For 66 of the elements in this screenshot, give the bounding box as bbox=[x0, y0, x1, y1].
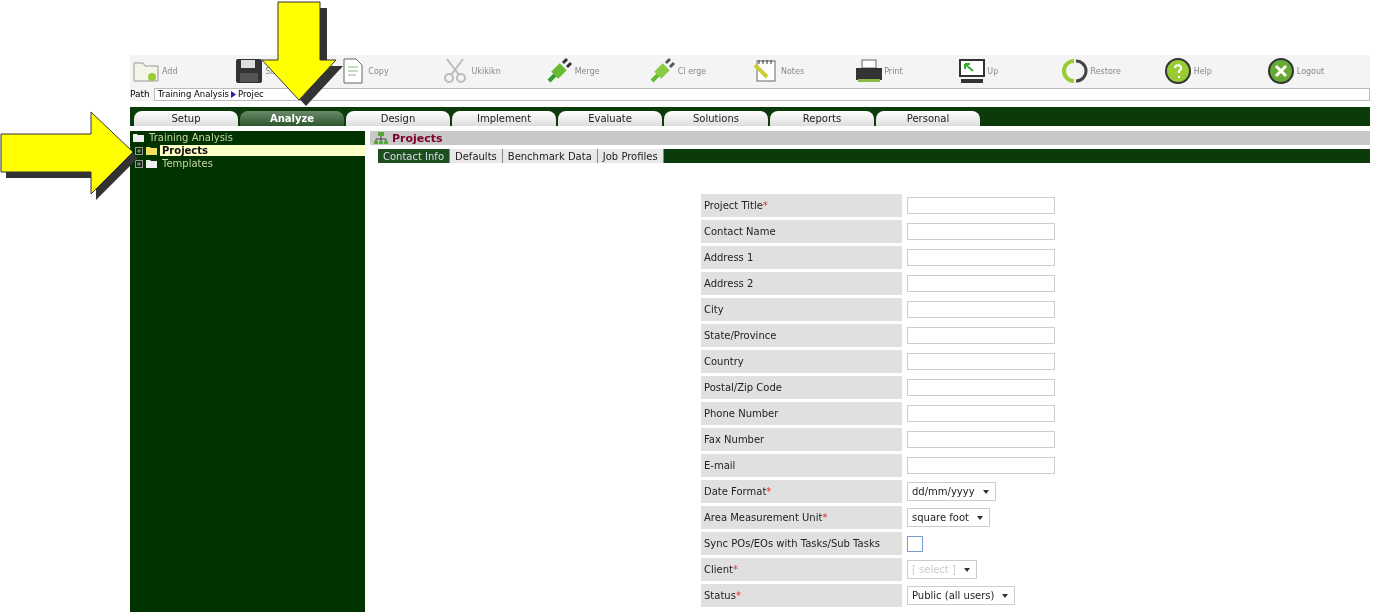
field-label: Client* bbox=[704, 564, 738, 575]
input-field[interactable] bbox=[907, 275, 1055, 292]
field-label: Country bbox=[704, 356, 744, 367]
input-field[interactable] bbox=[907, 327, 1055, 344]
checkbox[interactable] bbox=[907, 535, 923, 552]
caret-icon bbox=[963, 567, 970, 572]
field-label: State/Province bbox=[704, 330, 777, 341]
nav-tab[interactable]: Analyze bbox=[240, 111, 344, 126]
input-field[interactable] bbox=[907, 379, 1055, 396]
folder-icon bbox=[146, 146, 157, 155]
nav-tab[interactable]: Design bbox=[346, 111, 450, 126]
panel-title: Projects bbox=[392, 131, 443, 145]
nav-tab[interactable]: Solutions bbox=[664, 111, 768, 126]
sub-tab[interactable]: Contact Info bbox=[378, 149, 450, 163]
folder-icon bbox=[146, 159, 157, 168]
field-label: Fax Number bbox=[704, 434, 765, 445]
expand-icon bbox=[135, 146, 143, 155]
tree-item[interactable]: Training Analysis bbox=[147, 132, 235, 143]
sub-tab[interactable]: Benchmark Data bbox=[502, 149, 598, 163]
sub-tab[interactable]: Defaults bbox=[450, 149, 503, 163]
dropdown[interactable]: dd/mm/yyyy bbox=[907, 482, 996, 501]
nav-tab[interactable]: Personal bbox=[876, 111, 980, 126]
nav-tab[interactable]: Implement bbox=[452, 111, 556, 126]
input-field[interactable] bbox=[907, 301, 1055, 318]
field-label: Area Measurement Unit* bbox=[704, 512, 828, 523]
input-field[interactable] bbox=[907, 197, 1055, 214]
input-field[interactable] bbox=[907, 431, 1055, 448]
sitemap-icon bbox=[374, 132, 388, 144]
field-label: Contact Name bbox=[704, 226, 776, 237]
tree-item[interactable]: Projects bbox=[160, 145, 365, 156]
expand-icon bbox=[135, 159, 143, 168]
toolbar-button[interactable]: Copy bbox=[338, 57, 389, 85]
toolbar-button[interactable]: Logout bbox=[1266, 57, 1325, 85]
tree-item[interactable]: Templates bbox=[160, 158, 215, 169]
toolbar-button[interactable]: Ukikikn bbox=[441, 57, 501, 85]
folder-icon bbox=[133, 133, 144, 142]
field-label: Date Format* bbox=[704, 486, 772, 497]
circular-arrows-icon bbox=[1060, 57, 1089, 85]
input-field[interactable] bbox=[907, 223, 1055, 240]
field-label: City bbox=[704, 304, 724, 315]
input-field[interactable] bbox=[907, 353, 1055, 370]
breadcrumb-link[interactable]: Training Analysis bbox=[157, 89, 230, 99]
input-field[interactable] bbox=[907, 405, 1055, 422]
sub-tab[interactable]: Job Profiles bbox=[597, 149, 664, 163]
dropdown[interactable]: Public (all users) bbox=[907, 586, 1016, 605]
nav-tab[interactable]: Evaluate bbox=[558, 111, 662, 126]
input-field[interactable] bbox=[907, 249, 1055, 266]
path-label: Path bbox=[130, 89, 150, 99]
caret-icon bbox=[1002, 593, 1009, 598]
caret-icon bbox=[982, 489, 989, 494]
breadcrumb-arrow-icon bbox=[231, 90, 237, 98]
field-label: Phone Number bbox=[704, 408, 779, 419]
toolbar-button[interactable]: Cl erge bbox=[647, 57, 707, 85]
nav-tab[interactable]: Reports bbox=[770, 111, 874, 126]
nav-tab[interactable]: Setup bbox=[134, 111, 238, 126]
input-field[interactable] bbox=[907, 457, 1055, 474]
field-label: Sync POs/EOs with Tasks/Sub Tasks bbox=[704, 538, 880, 549]
breadcrumb-link[interactable]: Projec bbox=[238, 89, 264, 99]
field-label: Status* bbox=[704, 590, 741, 601]
field-label: Address 1 bbox=[704, 252, 754, 263]
field-label: Address 2 bbox=[704, 278, 754, 289]
field-label: Postal/Zip Code bbox=[704, 382, 782, 393]
dropdown[interactable]: square foot bbox=[907, 508, 990, 527]
caret-icon bbox=[976, 515, 983, 520]
field-label: E-mail bbox=[704, 460, 736, 471]
field-label: Project Title* bbox=[704, 200, 768, 211]
